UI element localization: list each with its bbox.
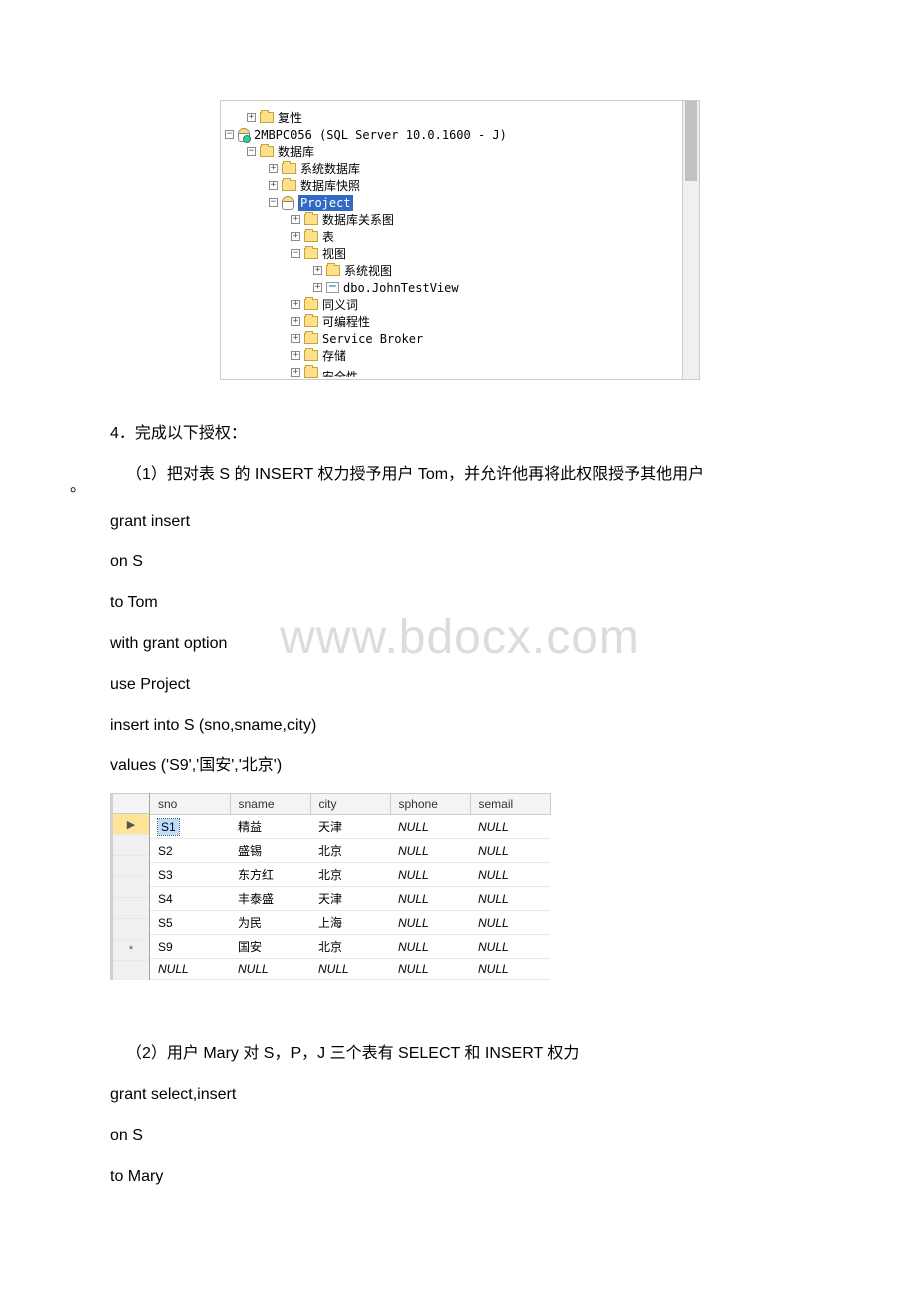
cell[interactable]: NULL bbox=[470, 839, 550, 863]
col-header[interactable]: sname bbox=[230, 794, 310, 815]
cell[interactable]: 盛锡 bbox=[230, 839, 310, 863]
cell[interactable]: NULL bbox=[470, 887, 550, 911]
folder-icon bbox=[260, 146, 274, 157]
col-header[interactable]: semail bbox=[470, 794, 550, 815]
cell[interactable]: NULL bbox=[150, 959, 230, 980]
ssms-tree-screenshot: +复性 −2MBPC056 (SQL Server 10.0.1600 - J)… bbox=[220, 100, 700, 380]
cell[interactable]: 精益 bbox=[230, 815, 310, 839]
data-grid-screenshot: ▶ * sno sname city sphone semail S1 bbox=[110, 793, 655, 980]
cell[interactable]: S3 bbox=[150, 863, 230, 887]
cell[interactable]: NULL bbox=[390, 887, 470, 911]
cell[interactable]: S9 bbox=[150, 935, 230, 959]
section-heading: 4．完成以下授权： bbox=[110, 420, 810, 449]
cell[interactable]: S1 bbox=[150, 815, 230, 839]
sysdb-node[interactable]: 系统数据库 bbox=[300, 161, 360, 177]
sysviews-node[interactable]: 系统视图 bbox=[344, 263, 392, 279]
folder-icon bbox=[304, 367, 318, 378]
project-node[interactable]: Project bbox=[298, 195, 353, 211]
sql-line: grant insert bbox=[110, 508, 810, 537]
row-selector-new[interactable]: * bbox=[113, 940, 149, 961]
cell[interactable]: 丰泰盛 bbox=[230, 887, 310, 911]
server-icon bbox=[238, 128, 250, 142]
view-icon bbox=[326, 282, 339, 293]
col-header[interactable]: sphone bbox=[390, 794, 470, 815]
row-selector[interactable]: ▶ bbox=[113, 814, 149, 835]
diagrams-node[interactable]: 数据库关系图 bbox=[322, 212, 394, 228]
col-header[interactable]: sno bbox=[150, 794, 230, 815]
cell[interactable]: S5 bbox=[150, 911, 230, 935]
johntestview-node[interactable]: dbo.JohnTestView bbox=[343, 280, 459, 296]
cell[interactable]: NULL bbox=[390, 839, 470, 863]
storage-node[interactable]: 存储 bbox=[322, 348, 346, 364]
sql-line: insert into S (sno,sname,city) bbox=[110, 712, 810, 741]
folder-icon bbox=[304, 248, 318, 259]
cell[interactable]: 北京 bbox=[310, 935, 390, 959]
vertical-scrollbar[interactable] bbox=[682, 101, 699, 379]
sql-line: use Project bbox=[110, 671, 810, 700]
cell[interactable]: NULL bbox=[390, 815, 470, 839]
sql-line: to Mary bbox=[110, 1163, 810, 1192]
sql-line: to Tom bbox=[110, 589, 810, 618]
sql-line: on S bbox=[110, 548, 810, 577]
folder-icon bbox=[304, 299, 318, 310]
database-icon bbox=[282, 196, 294, 210]
views-node[interactable]: 视图 bbox=[322, 246, 346, 262]
folder-icon bbox=[304, 350, 318, 361]
cell[interactable]: NULL bbox=[470, 959, 550, 980]
row-selector[interactable] bbox=[113, 856, 149, 877]
cell[interactable]: NULL bbox=[470, 911, 550, 935]
row-selector[interactable] bbox=[113, 835, 149, 856]
cell[interactable]: S4 bbox=[150, 887, 230, 911]
sql-line: grant select,insert bbox=[110, 1081, 810, 1110]
cell[interactable]: NULL bbox=[390, 911, 470, 935]
sql-line: with grant option bbox=[110, 630, 810, 659]
synonyms-node[interactable]: 同义词 bbox=[322, 297, 358, 313]
folder-icon bbox=[282, 163, 296, 174]
folder-icon bbox=[282, 180, 296, 191]
row-selector[interactable] bbox=[113, 919, 149, 940]
tree-node: 复性 bbox=[278, 110, 302, 126]
folder-icon bbox=[304, 231, 318, 242]
cell[interactable]: NULL bbox=[310, 959, 390, 980]
folder-icon bbox=[304, 333, 318, 344]
sql-line: on S bbox=[110, 1122, 810, 1151]
cell[interactable]: NULL bbox=[390, 935, 470, 959]
dbsnapshot-node[interactable]: 数据库快照 bbox=[300, 178, 360, 194]
row-selector[interactable] bbox=[113, 898, 149, 919]
sql-line: values ('S9','国安','北京') bbox=[110, 752, 810, 781]
folder-icon bbox=[326, 265, 340, 276]
cell[interactable]: NULL bbox=[390, 863, 470, 887]
cell[interactable]: NULL bbox=[230, 959, 310, 980]
cell[interactable]: 天津 bbox=[310, 887, 390, 911]
cell[interactable]: 上海 bbox=[310, 911, 390, 935]
server-node[interactable]: 2MBPC056 (SQL Server 10.0.1600 - J) bbox=[254, 127, 507, 143]
security-node[interactable]: 安全性 bbox=[322, 369, 358, 377]
data-grid[interactable]: sno sname city sphone semail S1 精益 天津 NU… bbox=[150, 793, 551, 980]
cell[interactable]: 国安 bbox=[230, 935, 310, 959]
cell[interactable]: NULL bbox=[470, 863, 550, 887]
folder-icon bbox=[304, 214, 318, 225]
cell[interactable]: 天津 bbox=[310, 815, 390, 839]
row-selector[interactable] bbox=[113, 877, 149, 898]
programmability-node[interactable]: 可编程性 bbox=[322, 314, 370, 330]
folder-icon bbox=[304, 316, 318, 327]
cell[interactable]: 为民 bbox=[230, 911, 310, 935]
cell[interactable]: S2 bbox=[150, 839, 230, 863]
servicebroker-node[interactable]: Service Broker bbox=[322, 331, 423, 347]
question-2: （2）用户 Mary 对 S，P，J 三个表有 SELECT 和 INSERT … bbox=[110, 1040, 810, 1069]
cell[interactable]: NULL bbox=[390, 959, 470, 980]
databases-node[interactable]: 数据库 bbox=[278, 144, 314, 160]
cell[interactable]: 东方红 bbox=[230, 863, 310, 887]
cell[interactable]: 北京 bbox=[310, 839, 390, 863]
cell[interactable]: NULL bbox=[470, 815, 550, 839]
cell[interactable]: NULL bbox=[470, 935, 550, 959]
tables-node[interactable]: 表 bbox=[322, 229, 334, 245]
cell[interactable]: 北京 bbox=[310, 863, 390, 887]
col-header[interactable]: city bbox=[310, 794, 390, 815]
